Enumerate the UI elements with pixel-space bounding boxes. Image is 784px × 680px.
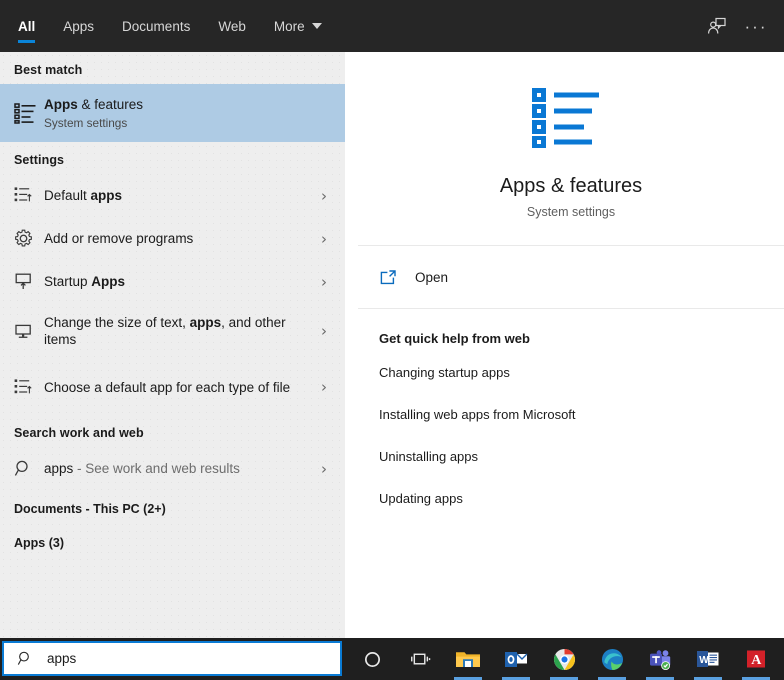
tab-active-underline	[18, 40, 35, 43]
search-input-value: apps	[47, 651, 76, 666]
web-search-suffix: - See work and web results	[73, 461, 240, 476]
topbar-actions: ···	[696, 0, 776, 52]
label-match: apps	[91, 188, 123, 203]
label-part: Change the size of text,	[44, 315, 190, 330]
startup-monitor-icon	[14, 272, 44, 291]
tab-more-label: More	[274, 19, 305, 34]
search-filter-bar: All Apps Documents Web More	[0, 0, 784, 52]
chevron-right-icon: ›	[313, 460, 335, 478]
preview-subtitle: System settings	[358, 205, 784, 219]
tab-web[interactable]: Web	[204, 0, 260, 52]
taskbar-outlook-icon[interactable]	[492, 638, 540, 680]
settings-item-startup-apps[interactable]: Startup Apps ›	[0, 260, 345, 303]
apps-features-blue-list-icon	[358, 86, 784, 148]
taskbar-cortana-icon[interactable]	[348, 638, 396, 680]
result-subtitle: System settings	[44, 115, 329, 131]
result-apps-and-features[interactable]: Apps & features System settings	[0, 84, 345, 142]
web-search-result[interactable]: apps - See work and web results ›	[0, 447, 345, 490]
svg-text:A: A	[751, 653, 762, 668]
filter-tabs: All Apps Documents Web More	[0, 0, 336, 52]
label-part: Add or remove programs	[44, 231, 193, 246]
settings-item-label: Add or remove programs	[44, 230, 313, 247]
settings-heading: Settings	[0, 142, 345, 174]
help-link-updating-apps[interactable]: Updating apps	[379, 490, 784, 507]
tab-web-label: Web	[218, 19, 246, 34]
result-title-rest: & features	[78, 97, 143, 112]
result-title: Apps & features	[44, 96, 329, 113]
default-apps-list-icon	[14, 186, 44, 205]
quick-help-section: Get quick help from web Changing startup…	[358, 309, 784, 507]
settings-item-label: Startup Apps	[44, 273, 313, 290]
result-title-match: Apps	[44, 97, 78, 112]
tab-apps[interactable]: Apps	[49, 0, 108, 52]
label-match: Apps	[91, 274, 125, 289]
person-feedback-icon[interactable]	[696, 6, 736, 46]
best-match-heading: Best match	[0, 52, 345, 84]
taskbar-word-icon[interactable]: W	[684, 638, 732, 680]
tab-all-label: All	[18, 19, 35, 34]
settings-item-default-apps[interactable]: Default apps ›	[0, 174, 345, 217]
taskbar-acrobat-icon[interactable]: A	[732, 638, 780, 680]
preview-hero: Apps & features System settings	[358, 52, 784, 246]
ellipsis-icon[interactable]: ···	[736, 6, 776, 46]
documents-group-heading: Documents - This PC (2+)	[0, 490, 345, 524]
chevron-down-icon	[312, 23, 322, 29]
search-icon	[17, 650, 43, 667]
web-search-query: apps	[44, 461, 73, 476]
apps-list-icon	[14, 102, 44, 124]
taskbar-task-view-icon[interactable]	[396, 638, 444, 680]
settings-item-change-text-size[interactable]: Change the size of text, apps, and other…	[0, 303, 345, 359]
chevron-right-icon: ›	[313, 187, 335, 205]
search-results-panel: Best match Apps & features System settin…	[0, 52, 345, 638]
open-label: Open	[415, 270, 448, 285]
chevron-right-icon: ›	[313, 273, 335, 291]
tab-more[interactable]: More	[260, 0, 336, 52]
taskbar-search-box[interactable]: apps	[2, 641, 342, 676]
settings-item-choose-default-app[interactable]: Choose a default app for each type of fi…	[0, 359, 345, 415]
help-link-changing-startup-apps[interactable]: Changing startup apps	[379, 364, 784, 381]
chevron-right-icon: ›	[313, 378, 335, 396]
default-apps-list-icon	[14, 378, 44, 397]
search-icon	[14, 459, 44, 478]
settings-item-label: Change the size of text, apps, and other…	[44, 314, 313, 348]
label-part: Default	[44, 188, 91, 203]
open-button[interactable]: Open	[358, 246, 784, 309]
taskbar-chrome-icon[interactable]	[540, 638, 588, 680]
open-external-icon	[379, 268, 415, 287]
svg-text:W: W	[699, 655, 709, 666]
apps-group-heading: Apps (3)	[0, 524, 345, 558]
web-search-label: apps - See work and web results	[44, 460, 313, 477]
preview-panel: Apps & features System settings Open Get…	[358, 52, 784, 638]
settings-item-label: Choose a default app for each type of fi…	[44, 379, 313, 396]
taskbar: apps	[0, 638, 784, 680]
taskbar-file-explorer-icon[interactable]	[444, 638, 492, 680]
result-title-block: Apps & features System settings	[44, 96, 335, 131]
label-match: apps	[190, 315, 222, 330]
help-link-installing-web-apps[interactable]: Installing web apps from Microsoft	[379, 406, 784, 423]
taskbar-edge-icon[interactable]	[588, 638, 636, 680]
chevron-right-icon: ›	[313, 230, 335, 248]
tab-documents-label: Documents	[122, 19, 190, 34]
display-monitor-icon	[14, 322, 44, 341]
ellipsis-glyph: ···	[745, 18, 768, 35]
tab-apps-label: Apps	[63, 19, 94, 34]
settings-item-label: Default apps	[44, 187, 313, 204]
taskbar-teams-icon[interactable]	[636, 638, 684, 680]
windows-search-overlay: All Apps Documents Web More	[0, 0, 784, 680]
settings-item-add-or-remove-programs[interactable]: Add or remove programs ›	[0, 217, 345, 260]
search-work-and-web-heading: Search work and web	[0, 415, 345, 447]
taskbar-icons: W A	[348, 638, 780, 680]
label-part: Startup	[44, 274, 91, 289]
tab-documents[interactable]: Documents	[108, 0, 204, 52]
chevron-right-icon: ›	[313, 322, 335, 340]
help-link-uninstalling-apps[interactable]: Uninstalling apps	[379, 448, 784, 465]
quick-help-heading: Get quick help from web	[379, 331, 784, 346]
gear-icon	[14, 229, 44, 248]
label-part: Choose a default app for each type of fi…	[44, 380, 290, 395]
preview-title: Apps & features	[358, 174, 784, 198]
tab-all[interactable]: All	[4, 0, 49, 52]
